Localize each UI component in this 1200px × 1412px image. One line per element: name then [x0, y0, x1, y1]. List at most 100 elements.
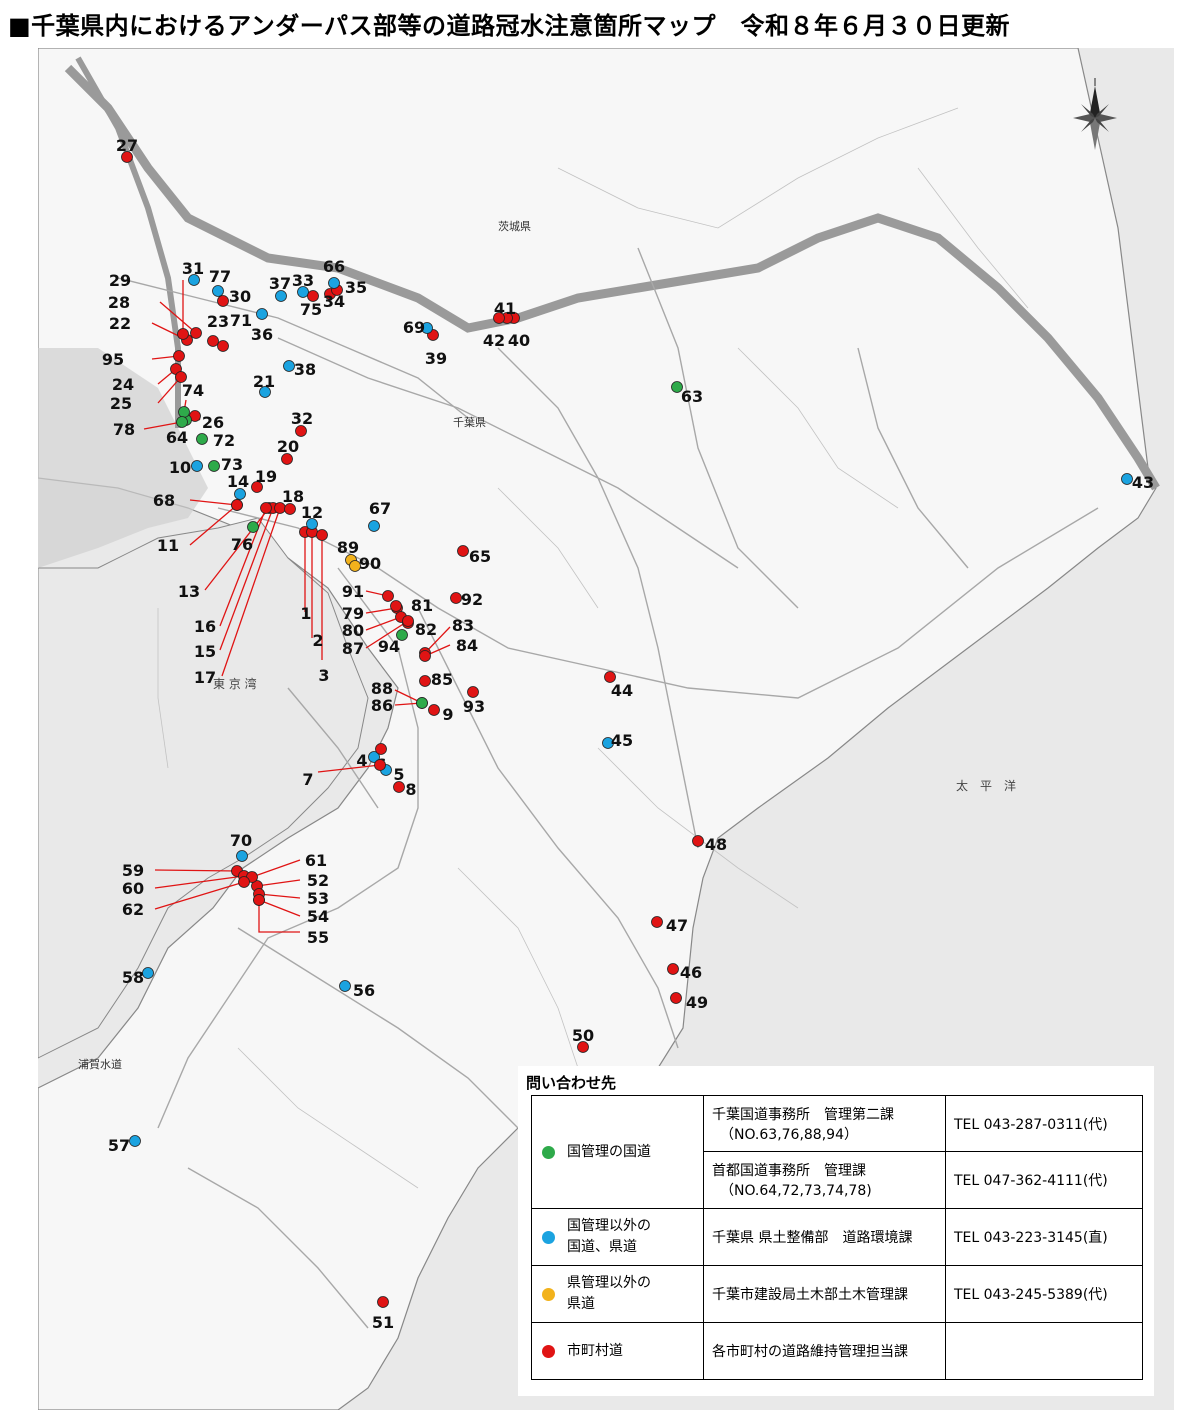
marker-9[interactable]	[428, 704, 440, 716]
marker-91[interactable]	[382, 590, 394, 602]
marker-58[interactable]	[142, 967, 154, 979]
marker-label-87: 87	[342, 639, 364, 658]
marker-68[interactable]	[231, 499, 243, 511]
marker-62[interactable]	[238, 876, 250, 888]
marker-label-78: 78	[113, 420, 135, 439]
marker-label-32: 32	[291, 409, 313, 428]
marker-28[interactable]	[177, 328, 189, 340]
marker-label-68: 68	[153, 491, 175, 510]
marker-72[interactable]	[196, 433, 208, 445]
marker-57[interactable]	[129, 1135, 141, 1147]
red-dot-icon	[542, 1344, 555, 1358]
marker-label-46: 46	[680, 963, 702, 982]
marker-label-42: 42	[483, 331, 505, 350]
marker-label-48: 48	[705, 835, 727, 854]
marker-label-77: 77	[209, 267, 231, 286]
legend-tel-cell: TEL 047-362-4111(代)	[945, 1151, 1143, 1209]
marker-51[interactable]	[377, 1296, 389, 1308]
marker-47[interactable]	[651, 916, 663, 928]
legend-row: 市町村道 各市町村の道路維持管理担当課	[531, 1322, 1143, 1380]
legend-category-cell: 市町村道	[531, 1322, 704, 1380]
marker-label-94: 94	[378, 637, 400, 656]
marker-71[interactable]	[217, 340, 229, 352]
marker-36[interactable]	[256, 308, 268, 320]
marker-label-86: 86	[371, 696, 393, 715]
marker-label-2: 2	[312, 631, 323, 650]
marker-label-19: 19	[255, 467, 277, 486]
marker-55[interactable]	[253, 894, 265, 906]
marker-87[interactable]	[402, 615, 414, 627]
marker-74[interactable]	[178, 406, 190, 418]
marker-46[interactable]	[667, 963, 679, 975]
marker-label-85: 85	[431, 670, 453, 689]
marker-label-59: 59	[122, 861, 144, 880]
legend-category-label: 国管理の国道	[567, 1143, 651, 1160]
legend-panel: 問い合わせ先 国管理の国道 千葉国道事務所 管理第二課 （NO.63,76,88,…	[518, 1066, 1154, 1396]
marker-30[interactable]	[217, 295, 229, 307]
marker-label-91: 91	[342, 582, 364, 601]
marker-6[interactable]	[375, 743, 387, 755]
marker-label-49: 49	[686, 993, 708, 1012]
marker-label-4: 4	[356, 751, 367, 770]
marker-label-44: 44	[611, 681, 633, 700]
office-numbers: （NO.64,72,73,74,78)	[720, 1183, 872, 1199]
marker-66[interactable]	[328, 277, 340, 289]
marker-label-1: 1	[300, 604, 311, 623]
yellow-dot-icon	[542, 1287, 555, 1301]
marker-85[interactable]	[419, 675, 431, 687]
marker-label-33: 33	[292, 271, 314, 290]
marker-label-90: 90	[359, 554, 381, 573]
marker-label-56: 56	[353, 981, 375, 1000]
marker-16[interactable]	[260, 502, 272, 514]
marker-76[interactable]	[247, 521, 259, 533]
marker-label-65: 65	[469, 547, 491, 566]
marker-label-29: 29	[109, 271, 131, 290]
marker-label-60: 60	[122, 879, 144, 898]
marker-23[interactable]	[207, 335, 219, 347]
marker-67[interactable]	[368, 520, 380, 532]
marker-77[interactable]	[212, 285, 224, 297]
marker-43[interactable]	[1121, 473, 1133, 485]
marker-95[interactable]	[173, 350, 185, 362]
marker-label-47: 47	[666, 916, 688, 935]
marker-label-83: 83	[452, 616, 474, 635]
marker-label-39: 39	[425, 349, 447, 368]
marker-label-69: 69	[403, 318, 425, 337]
marker-label-20: 20	[277, 437, 299, 456]
marker-88[interactable]	[416, 697, 428, 709]
marker-38[interactable]	[283, 360, 295, 372]
marker-29[interactable]	[190, 327, 202, 339]
marker-10[interactable]	[191, 460, 203, 472]
marker-78[interactable]	[176, 416, 188, 428]
office-numbers: （NO.63,76,88,94）	[720, 1126, 858, 1143]
marker-8[interactable]	[393, 781, 405, 793]
marker-label-50: 50	[572, 1026, 594, 1045]
marker-3[interactable]	[316, 529, 328, 541]
marker-65[interactable]	[457, 545, 469, 557]
marker-92[interactable]	[450, 592, 462, 604]
uraga-channel-label: 浦賀水道	[78, 1057, 122, 1071]
marker-label-16: 16	[194, 617, 216, 636]
marker-73[interactable]	[208, 460, 220, 472]
marker-81[interactable]	[390, 600, 402, 612]
marker-56[interactable]	[339, 980, 351, 992]
marker-70[interactable]	[236, 850, 248, 862]
marker-label-89: 89	[337, 538, 359, 557]
legend-office-cell: 千葉県 県土整備部 道路環境課	[703, 1208, 946, 1266]
marker-48[interactable]	[692, 835, 704, 847]
marker-42[interactable]	[493, 312, 505, 324]
marker-84[interactable]	[419, 650, 431, 662]
legend-tel-cell: TEL 043-223-3145(直)	[945, 1208, 1143, 1266]
marker-7[interactable]	[374, 759, 386, 771]
marker-label-57: 57	[108, 1136, 130, 1155]
marker-label-92: 92	[461, 590, 483, 609]
legend-office-cell: 千葉国道事務所 管理第二課 （NO.63,76,88,94）	[703, 1095, 946, 1152]
page-title: ■千葉県内におけるアンダーパス部等の道路冠水注意箇所マップ 令和８年６月３０日更…	[8, 12, 1010, 40]
marker-49[interactable]	[670, 992, 682, 1004]
marker-label-12: 12	[301, 503, 323, 522]
marker-label-38: 38	[294, 360, 316, 379]
marker-label-14: 14	[227, 472, 249, 491]
marker-93[interactable]	[467, 686, 479, 698]
marker-label-55: 55	[307, 928, 329, 947]
marker-label-21: 21	[253, 372, 275, 391]
